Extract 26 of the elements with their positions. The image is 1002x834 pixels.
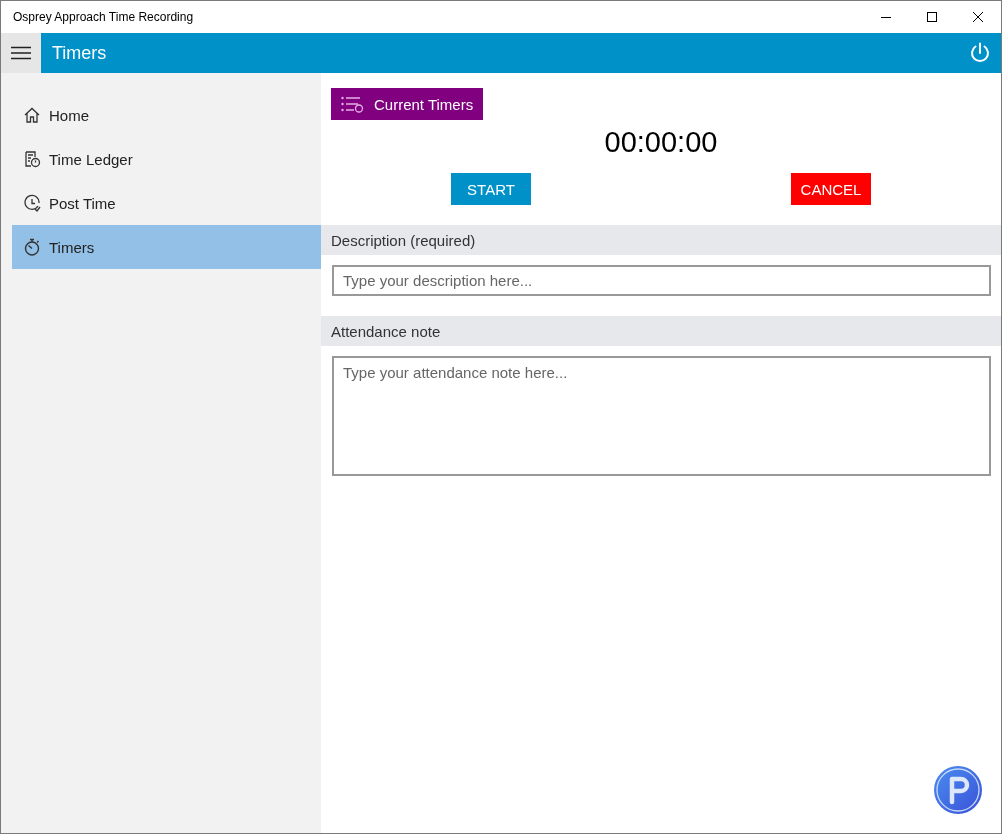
section-label: Attendance note [321, 316, 1001, 346]
clock-icon [23, 194, 41, 212]
menu-icon [11, 46, 31, 60]
nav-item[interactable]: Time Ledger [12, 137, 321, 181]
nav-item[interactable]: Timers [12, 225, 321, 269]
description-field[interactable]: Type your description here... [332, 265, 991, 296]
nav-item[interactable]: Post Time [12, 181, 321, 225]
cancel-button[interactable]: CANCEL [791, 173, 871, 205]
attendance-note-field[interactable]: Type your attendance note here... [332, 356, 991, 476]
current-timers-button[interactable]: Current Timers [331, 88, 484, 120]
home-icon [23, 106, 41, 124]
nav-item[interactable]: Home [12, 93, 321, 137]
close-icon [973, 12, 983, 22]
page-title: Timers [52, 42, 108, 64]
ledger-icon [23, 150, 41, 168]
maximize-icon [927, 12, 937, 22]
elapsed-time: 00:00:00 [604, 126, 718, 159]
app-logo-icon [933, 765, 983, 815]
window-title: Osprey Approach Time Recording [13, 10, 195, 24]
menu-button[interactable] [1, 33, 41, 73]
power-button[interactable] [969, 42, 991, 64]
timer-list-icon [341, 95, 364, 113]
power-icon [969, 42, 991, 64]
section-label: Description (required) [321, 225, 1001, 255]
stopwatch-icon [23, 238, 41, 256]
start-button[interactable]: START [451, 173, 531, 205]
